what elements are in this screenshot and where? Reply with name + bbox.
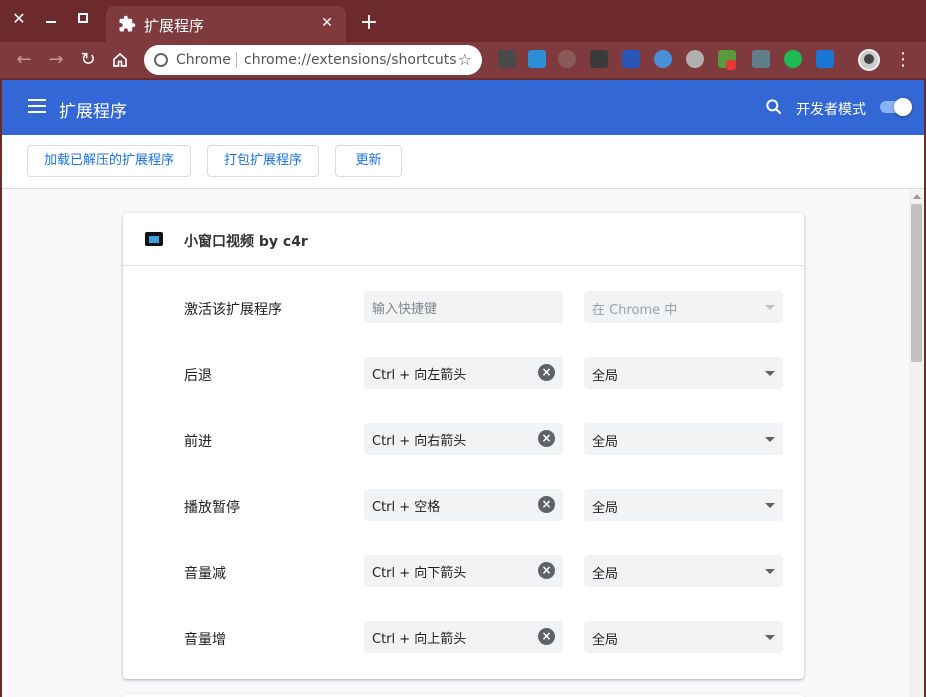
clear-shortcut-icon[interactable]: × — [538, 496, 555, 513]
shortcut-placeholder: 输入快捷键 — [372, 302, 438, 317]
scope-select: 在 Chrome 中 — [584, 291, 783, 323]
page-title: 扩展程序 — [59, 102, 127, 122]
shortcut-input[interactable]: 输入快捷键 — [364, 291, 563, 323]
new-tab-button[interactable]: + — [358, 12, 380, 34]
scrollbar-thumb[interactable] — [911, 204, 922, 362]
shield-extension-icon[interactable] — [752, 50, 770, 68]
shortcut-row: 前进 Ctrl + 向右箭头 × 全局 — [123, 423, 804, 457]
home-icon[interactable] — [108, 48, 132, 72]
dropdown-arrow-icon — [765, 503, 775, 508]
scope-select[interactable]: 全局 — [584, 621, 783, 653]
shortcut-row: 音量增 Ctrl + 向上箭头 × 全局 — [123, 621, 804, 655]
scope-select[interactable]: 全局 — [584, 489, 783, 521]
dropdown-arrow-icon — [765, 305, 775, 310]
card-header: 小窗口视频 by c4r — [123, 213, 804, 266]
dropdown-arrow-icon — [765, 371, 775, 376]
clear-shortcut-icon[interactable]: × — [538, 562, 555, 579]
tab-extensions[interactable]: 扩展程序 ✕ — [106, 6, 346, 42]
hamburger-menu-icon[interactable] — [28, 99, 46, 113]
bookmark-star-icon[interactable]: ☆ — [458, 50, 472, 69]
shortcut-row: 激活该扩展程序 输入快捷键 在 Chrome 中 — [123, 291, 804, 325]
shortcut-row: 音量减 Ctrl + 向下箭头 × 全局 — [123, 555, 804, 589]
scope-value: 全局 — [592, 369, 619, 384]
address-site-label: Chrome — [176, 52, 231, 68]
shortcut-row: 播放暂停 Ctrl + 空格 × 全局 — [123, 489, 804, 523]
shortcuts-content: 小窗口视频 by c4r 激活该扩展程序 输入快捷键 在 Chrome 中 后退… — [2, 190, 908, 697]
shortcut-value: Ctrl + 向上箭头 — [372, 632, 467, 647]
address-url[interactable]: chrome://extensions/shortcuts — [244, 52, 457, 68]
forward-arrow-icon[interactable]: → — [44, 48, 68, 72]
page-header: 扩展程序 开发者模式 — [2, 80, 924, 135]
search-icon[interactable] — [764, 97, 784, 117]
address-bar[interactable]: Chrome chrome://extensions/shortcuts ☆ — [144, 45, 482, 75]
scroll-up-arrow-icon[interactable] — [913, 194, 921, 199]
scope-value: 全局 — [592, 501, 619, 516]
more-menu-icon[interactable]: ⋮ — [894, 48, 912, 72]
glasses-extension-icon[interactable] — [590, 50, 608, 68]
dropdown-arrow-icon — [765, 569, 775, 574]
browser-toolbar: ← → ↻ Chrome chrome://extensions/shortcu… — [0, 42, 926, 78]
page-scrollbar[interactable] — [909, 190, 924, 697]
shortcut-input[interactable]: Ctrl + 向上箭头 × — [364, 621, 563, 653]
dev-mode-label: 开发者模式 — [796, 102, 866, 118]
extensions-page: 扩展程序 开发者模式 加载已解压的扩展程序 打包扩展程序 更新 小窗口视频 by… — [2, 80, 924, 697]
shortcut-value: Ctrl + 空格 — [372, 500, 441, 515]
shortcut-label: 前进 — [184, 434, 212, 450]
error-badge-icon — [726, 60, 736, 70]
translate-extension-icon[interactable] — [622, 50, 640, 68]
action-bar: 加载已解压的扩展程序 打包扩展程序 更新 — [2, 135, 924, 189]
search-extension-icon[interactable] — [654, 50, 672, 68]
dev-mode-toggle[interactable] — [880, 98, 912, 116]
address-separator — [236, 52, 237, 68]
tab-close-icon[interactable]: ✕ — [318, 14, 336, 32]
pip-video-icon — [145, 232, 163, 246]
shortcut-row: 后退 Ctrl + 向左箭头 × 全局 — [123, 357, 804, 391]
pip-extension-icon[interactable] — [498, 50, 516, 68]
profile-avatar[interactable] — [858, 49, 880, 71]
shortcut-input[interactable]: Ctrl + 空格 × — [364, 489, 563, 521]
window-close-icon[interactable]: ✕ — [8, 8, 30, 30]
load-unpacked-button[interactable]: 加载已解压的扩展程序 — [27, 145, 191, 177]
tab-title: 扩展程序 — [144, 17, 205, 35]
shortcut-label: 播放暂停 — [184, 500, 240, 516]
green-extension-icon[interactable] — [784, 50, 802, 68]
reload-icon[interactable]: ↻ — [76, 48, 100, 72]
plus-extension-icon[interactable] — [816, 50, 834, 68]
scope-select[interactable]: 全局 — [584, 423, 783, 455]
puzzle-icon — [119, 15, 136, 32]
shortcut-label: 音量减 — [184, 566, 226, 582]
scope-value: 在 Chrome 中 — [592, 303, 678, 318]
scope-value: 全局 — [592, 435, 619, 450]
shortcut-value: Ctrl + 向左箭头 — [372, 368, 467, 383]
dropdown-arrow-icon — [765, 635, 775, 640]
back-arrow-icon[interactable]: ← — [12, 48, 36, 72]
window-maximize-icon[interactable] — [72, 8, 94, 30]
shortcut-input[interactable]: Ctrl + 向下箭头 × — [364, 555, 563, 587]
clear-shortcut-icon[interactable]: × — [538, 628, 555, 645]
extension-shortcut-card: 小窗口视频 by c4r 激活该扩展程序 输入快捷键 在 Chrome 中 后退… — [123, 213, 804, 679]
scope-value: 全局 — [592, 567, 619, 582]
shortcut-value: Ctrl + 向下箭头 — [372, 566, 467, 581]
chrome-logo-icon — [154, 53, 168, 67]
pack-extension-button[interactable]: 打包扩展程序 — [207, 145, 319, 177]
disabled-extension-icon[interactable] — [558, 50, 576, 68]
cloud-extension-icon[interactable] — [686, 50, 704, 68]
extension-name: 小窗口视频 by c4r — [184, 234, 308, 250]
scope-select[interactable]: 全局 — [584, 555, 783, 587]
shortcut-input[interactable]: Ctrl + 向左箭头 × — [364, 357, 563, 389]
scope-select[interactable]: 全局 — [584, 357, 783, 389]
scope-value: 全局 — [592, 633, 619, 648]
update-button[interactable]: 更新 — [335, 145, 402, 177]
shortcut-label: 音量增 — [184, 632, 226, 648]
shortcut-label: 后退 — [184, 368, 212, 384]
clear-shortcut-icon[interactable]: × — [538, 430, 555, 447]
dropdown-arrow-icon — [765, 437, 775, 442]
window-minimize-icon[interactable] — [40, 8, 62, 30]
folder-extension-icon[interactable] — [528, 50, 546, 68]
window-titlebar: ✕ 扩展程序 ✕ + — [0, 0, 926, 42]
clear-shortcut-icon[interactable]: × — [538, 364, 555, 381]
shortcut-label: 激活该扩展程序 — [184, 302, 282, 318]
shortcut-value: Ctrl + 向右箭头 — [372, 434, 467, 449]
shortcut-input[interactable]: Ctrl + 向右箭头 × — [364, 423, 563, 455]
